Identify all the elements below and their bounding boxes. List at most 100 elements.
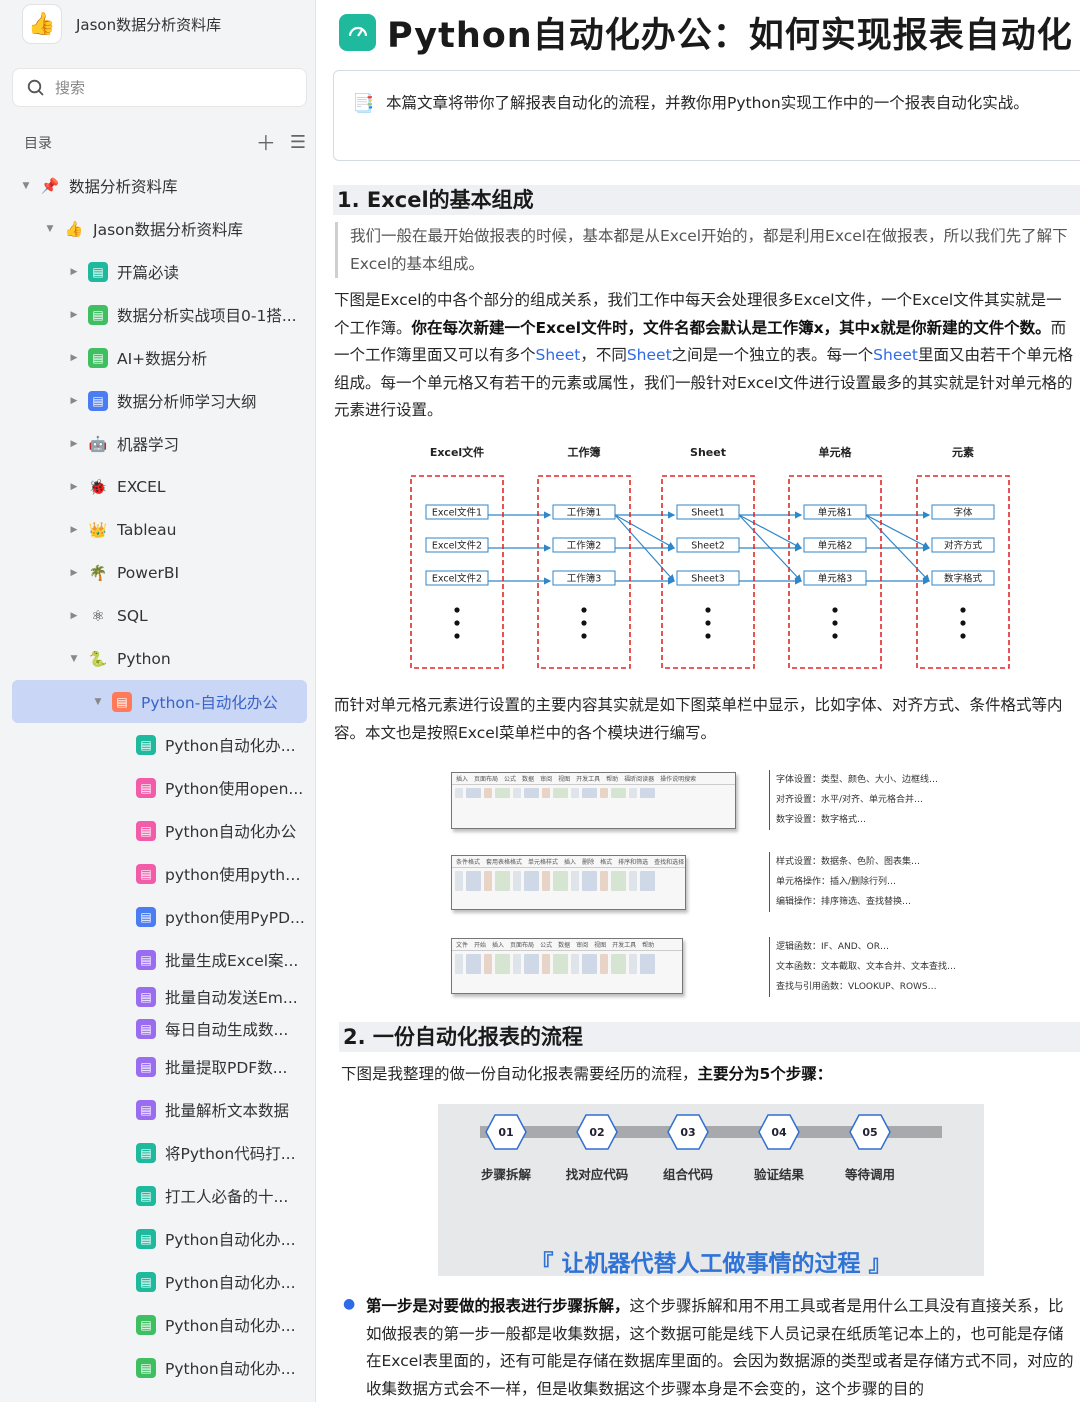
ribbon-tab: 排序和筛选 bbox=[618, 859, 649, 866]
ribbon-button-glyph bbox=[629, 954, 637, 974]
sidebar-item[interactable]: ▤ Python自动化办... bbox=[12, 1260, 307, 1303]
sidebar-item[interactable]: ▤ python使用PyPD... bbox=[12, 895, 307, 938]
caret-right-icon[interactable]: ▶ bbox=[68, 611, 80, 621]
caret-down-icon[interactable]: ▼ bbox=[44, 224, 56, 234]
sidebar-header[interactable]: 👍 Jason数据分析资料库 bbox=[22, 4, 221, 44]
sidebar-item[interactable]: ▼ ▤ Python-自动化办公 bbox=[12, 680, 307, 723]
ribbon-button-glyph bbox=[553, 954, 568, 974]
diagram-item-label: Sheet1 bbox=[691, 508, 725, 519]
diagram-column-header: 单元格 bbox=[819, 445, 853, 459]
sidebar-item[interactable]: ▶ ▤ AI+数据分析 bbox=[12, 336, 307, 379]
sidebar-item[interactable]: ▤ Python自动化办... bbox=[12, 1217, 307, 1260]
ribbon-button-glyph bbox=[582, 871, 597, 891]
sidebar-item[interactable]: ▤ 批量提取PDF数... bbox=[12, 1045, 307, 1088]
sidebar-item[interactable]: ▶ 🌴 PowerBI bbox=[12, 551, 307, 594]
pink-doc-icon: ▤ bbox=[136, 777, 156, 798]
ribbon-button-glyph bbox=[455, 788, 463, 798]
sidebar-item[interactable]: ▼ 🐍 Python bbox=[12, 637, 307, 680]
sidebar-item[interactable]: ▶ ⚛ SQL bbox=[12, 594, 307, 637]
caret-right-icon[interactable]: ▶ bbox=[68, 525, 80, 535]
sidebar-item[interactable]: ▤ 每日自动生成数... bbox=[12, 1013, 307, 1045]
add-icon[interactable]: ＋ bbox=[256, 133, 276, 153]
sidebar-item[interactable]: ▤ Python使用open... bbox=[12, 766, 307, 809]
sidebar-item-label: 批量提取PDF数... bbox=[165, 1058, 288, 1077]
sidebar: 👍 Jason数据分析资料库 搜索 目录 ＋ ☰ ▼ 📌 数据分析资料库 ▼ 👍 Jaso… bbox=[0, 0, 316, 1402]
caret-right-icon[interactable]: ▶ bbox=[68, 396, 80, 406]
sidebar-item[interactable]: ▤ 批量生成Excel案... bbox=[12, 938, 307, 981]
ribbon-tab: 公式 bbox=[540, 942, 553, 949]
toc-header: 目录 ＋ ☰ bbox=[24, 132, 306, 154]
flow-step-number: 02 bbox=[589, 1125, 605, 1139]
ribbon-tab: 公式 bbox=[504, 776, 517, 783]
purple-doc-icon: ▤ bbox=[136, 987, 156, 1007]
ribbon-button-glyph bbox=[571, 954, 579, 974]
ellipsis-dot bbox=[581, 607, 587, 613]
sidebar-item[interactable]: ▶ ▤ 数据分析师学习大纲 bbox=[12, 379, 307, 422]
caret-down-icon[interactable]: ▼ bbox=[20, 181, 32, 191]
sheet-term: Sheet bbox=[535, 346, 581, 364]
ribbon-tabs: 条件格式 套用表格格式 单元格样式 插入 删除 格式 排序和筛选 查找和选择 bbox=[452, 856, 685, 868]
ribbon-button-glyph bbox=[640, 954, 655, 974]
ribbon-button-glyph bbox=[571, 788, 579, 798]
caret-right-icon[interactable]: ▶ bbox=[68, 439, 80, 449]
purple-doc-icon: ▤ bbox=[136, 949, 156, 970]
ribbon-tab: 开发工具 bbox=[612, 942, 637, 949]
caret-right-icon[interactable]: ▶ bbox=[68, 568, 80, 578]
summary-text: 本篇文章将带你了解报表自动化的流程，并教你用Python实现工作中的一个报表自动… bbox=[386, 94, 1029, 112]
crown-icon: 👑 bbox=[88, 520, 108, 539]
sidebar-item[interactable]: ▶ 🤖 机器学习 bbox=[12, 422, 307, 465]
sidebar-item[interactable]: ▤ 批量自动发送Em... bbox=[12, 981, 307, 1013]
ribbon-note: 样式设置：数据条、色阶、图表集… bbox=[776, 857, 921, 867]
diagram-item-label: Excel文件2 bbox=[432, 540, 482, 552]
ribbon-button-glyph bbox=[524, 871, 539, 891]
ellipsis-dot bbox=[454, 607, 460, 613]
sidebar-item[interactable]: ▼ 👍 Jason数据分析资料库 bbox=[12, 207, 307, 250]
caret-down-icon[interactable]: ▼ bbox=[68, 654, 80, 664]
caret-right-icon[interactable]: ▶ bbox=[68, 267, 80, 277]
caret-right-icon[interactable]: ▶ bbox=[68, 353, 80, 363]
heading-section-1: 1. Excel的基本组成 bbox=[333, 185, 1080, 215]
summary-callout: 📑 本篇文章将带你了解报表自动化的流程，并教你用Python实现工作中的一个报表… bbox=[333, 70, 1080, 161]
caret-right-icon[interactable]: ▶ bbox=[68, 310, 80, 320]
diagram-column-header: Sheet bbox=[690, 446, 726, 459]
sidebar-item[interactable]: ▤ Python自动化办... bbox=[12, 723, 307, 766]
ribbon-controls bbox=[452, 951, 682, 977]
flow-step-hexagon: 05 bbox=[849, 1114, 891, 1150]
sidebar-item[interactable]: ▼ 📌 数据分析资料库 bbox=[12, 164, 307, 207]
ribbon-tab: 插入 bbox=[492, 942, 505, 949]
sidebar-item-label: 批量生成Excel案... bbox=[165, 951, 299, 970]
ribbon-tab: 操作说明搜索 bbox=[660, 776, 697, 783]
teal-doc-icon: ▤ bbox=[88, 261, 108, 282]
sidebar-item[interactable]: ▶ ▤ 开篇必读 bbox=[12, 250, 307, 293]
diagram-item-label: 工作簿2 bbox=[567, 540, 602, 552]
ribbon-button-glyph bbox=[495, 871, 510, 891]
sidebar-item[interactable]: ▶ 🐞 EXCEL bbox=[12, 465, 307, 508]
ribbon-notes: 样式设置：数据条、色阶、图表集… 单元格操作：插入/删除行列… 编辑操作：排序筛选、… bbox=[769, 852, 920, 912]
diagram-item-label: 字体 bbox=[953, 507, 973, 519]
ribbon-button-glyph bbox=[600, 954, 608, 974]
sidebar-item[interactable]: ▶ 👑 Tableau bbox=[12, 508, 307, 551]
page-title: Python自动化办公：如何实现报表自动化 bbox=[387, 15, 1073, 56]
dashboard-icon bbox=[339, 13, 376, 51]
diagram-item-label: 单元格1 bbox=[818, 507, 853, 519]
sidebar-item[interactable]: ▤ 打工人必备的十... bbox=[12, 1174, 307, 1217]
sidebar-item[interactable]: ▤ Python自动化办公 bbox=[12, 809, 307, 852]
sidebar-item[interactable]: ▤ python使用pytho... bbox=[12, 852, 307, 895]
ribbon-button-glyph bbox=[542, 954, 550, 974]
ribbon-button-glyph bbox=[466, 788, 481, 798]
sidebar-item[interactable]: ▤ Python自动化办... bbox=[12, 1346, 307, 1389]
search-input[interactable]: 搜索 bbox=[12, 68, 307, 107]
sidebar-item[interactable]: ▤ 批量解析文本数据 bbox=[12, 1088, 307, 1131]
ellipsis-dot bbox=[832, 607, 838, 613]
sidebar-item[interactable]: ▶ ▤ 数据分析实战项目0-1搭... bbox=[12, 293, 307, 336]
caret-right-icon[interactable]: ▶ bbox=[68, 482, 80, 492]
notepad-icon: 📑 bbox=[352, 93, 375, 114]
ribbon-button-glyph bbox=[495, 788, 510, 798]
sidebar-item-label: python使用pytho... bbox=[165, 865, 307, 884]
outline-list-icon[interactable]: ☰ bbox=[290, 133, 306, 153]
ribbon-note: 查找与引用函数：VLOOKUP、ROWS… bbox=[776, 982, 937, 992]
sidebar-item[interactable]: ▤ Python自动化办... bbox=[12, 1303, 307, 1346]
sidebar-item[interactable]: ▤ 将Python代码打... bbox=[12, 1131, 307, 1174]
caret-down-icon[interactable]: ▼ bbox=[92, 697, 104, 707]
flow-step-number: 03 bbox=[680, 1125, 696, 1139]
